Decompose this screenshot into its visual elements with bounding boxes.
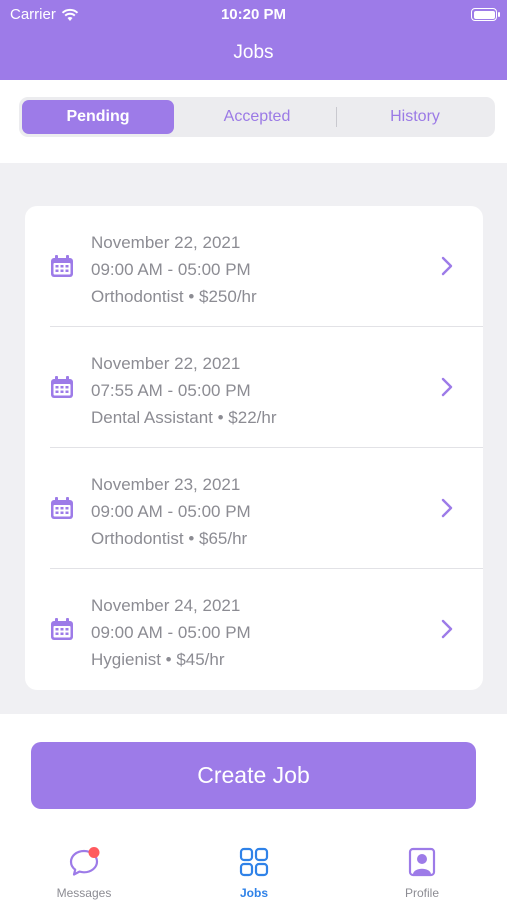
job-info: November 24, 2021 09:00 AM - 05:00 PM Hy… [91,592,251,673]
grid-icon [239,847,269,877]
job-detail: Orthodontist • $250/hr [91,287,257,306]
tab-pending[interactable]: Pending [22,100,174,134]
calendar-icon [51,618,73,640]
job-detail: Orthodontist • $65/hr [91,529,248,548]
job-row[interactable]: November 22, 2021 09:00 AM - 05:00 PM Or… [25,206,483,327]
job-info: November 23, 2021 09:00 AM - 05:00 PM Or… [91,471,251,552]
tab-label: Profile [404,886,439,900]
tab-bar: Messages Jobs Profile [0,830,507,900]
nav-header: Carrier 10:20 PM Jobs [0,0,507,80]
job-date: November 23, 2021 [91,475,241,494]
tab-accepted[interactable]: Accepted [181,100,333,134]
calendar-icon [51,376,73,398]
page-title: Jobs [233,42,274,63]
segment-area: Pending Accepted History [0,80,507,163]
chat-bubble-icon [69,847,100,876]
status-time: 10:20 PM [220,6,287,23]
job-date: November 22, 2021 [91,354,241,373]
job-info: November 22, 2021 09:00 AM - 05:00 PM Or… [91,229,257,310]
tab-messages[interactable]: Messages [24,846,144,900]
jobs-list-area: November 22, 2021 09:00 AM - 05:00 PM Or… [0,163,507,714]
tab-history[interactable]: History [339,100,491,134]
job-date: November 22, 2021 [91,233,241,252]
job-time: 09:00 AM - 05:00 PM [91,623,251,642]
job-row[interactable]: November 24, 2021 09:00 AM - 05:00 PM Hy… [25,569,483,690]
create-job-button[interactable]: Create Job [31,742,476,809]
job-date: November 24, 2021 [91,596,241,615]
chevron-right-icon [441,256,453,276]
chevron-right-icon [441,498,453,518]
job-time: 07:55 AM - 05:00 PM [91,381,251,400]
chevron-right-icon [441,377,453,397]
tab-jobs[interactable]: Jobs [194,846,314,900]
tab-label: Jobs [239,886,268,900]
segmented-control: Pending Accepted History [19,97,495,137]
calendar-icon [51,255,73,277]
profile-icon [408,847,436,877]
tab-profile[interactable]: Profile [362,846,482,900]
status-bar: Carrier 10:20 PM [0,0,507,28]
job-time: 09:00 AM - 05:00 PM [91,260,251,279]
calendar-icon [51,497,73,519]
segment-divider [336,107,337,127]
jobs-card: November 22, 2021 09:00 AM - 05:00 PM Or… [25,206,483,690]
job-detail: Dental Assistant • $22/hr [91,408,277,427]
job-row[interactable]: November 23, 2021 09:00 AM - 05:00 PM Or… [25,448,483,569]
notification-badge [88,847,100,858]
job-detail: Hygienist • $45/hr [91,650,225,669]
job-row[interactable]: November 22, 2021 07:55 AM - 05:00 PM De… [25,327,483,448]
battery-icon [471,8,500,21]
tab-label: Messages [56,886,112,900]
job-time: 09:00 AM - 05:00 PM [91,502,251,521]
job-info: November 22, 2021 07:55 AM - 05:00 PM De… [91,350,277,431]
chevron-right-icon [441,619,453,639]
